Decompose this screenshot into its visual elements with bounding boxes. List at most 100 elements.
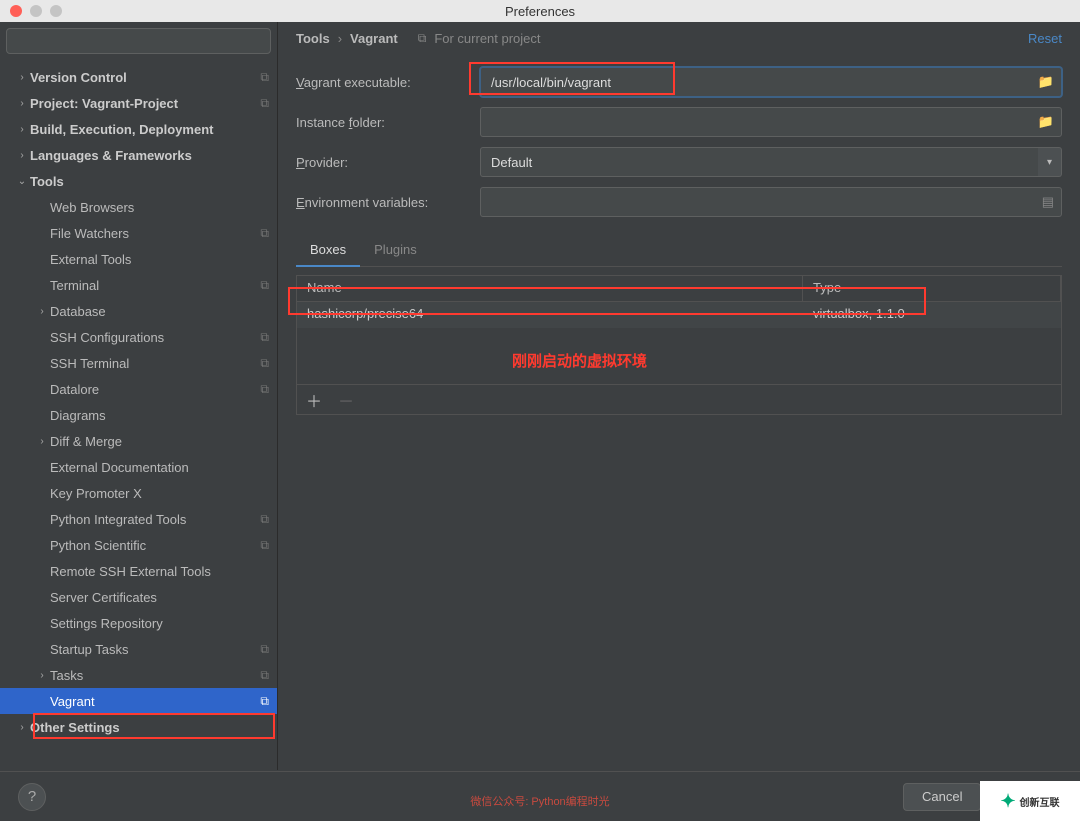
sidebar-item[interactable]: Key Promoter X [0,480,277,506]
sidebar-item[interactable]: ›Database [0,298,277,324]
project-scope-icon: ⧉ [418,31,427,46]
project-scope-icon: ⧉ [260,382,269,397]
sidebar-item[interactable]: ›Project: Vagrant-Project⧉ [0,90,277,116]
cell-name: hashicorp/precise64 [297,302,803,328]
sidebar-item[interactable]: Vagrant⧉ [0,688,277,714]
project-scope-icon: ⧉ [260,642,269,657]
provider-dropdown-arrow[interactable]: ▾ [1038,147,1062,177]
sidebar-item[interactable]: Web Browsers [0,194,277,220]
sidebar-item-label: Vagrant [50,694,260,709]
sidebar-item-label: Python Integrated Tools [50,512,260,527]
search-input[interactable] [6,28,271,54]
sidebar-item[interactable]: File Watchers⧉ [0,220,277,246]
breadcrumb-leaf: Vagrant [350,31,398,46]
browse-folder-icon[interactable]: 📁 [1038,114,1054,130]
sidebar-item-label: SSH Configurations [50,330,260,345]
sidebar-item-label: Remote SSH External Tools [50,564,269,579]
vagrant-executable-input[interactable] [480,67,1062,97]
column-header-type[interactable]: Type [803,276,1061,301]
project-scope-icon: ⧉ [260,330,269,345]
sidebar-item-label: Languages & Frameworks [30,148,269,163]
env-variables-input[interactable] [480,187,1062,217]
sidebar-item[interactable]: Startup Tasks⧉ [0,636,277,662]
remove-button[interactable]: － [337,388,355,412]
tab-plugins[interactable]: Plugins [360,234,431,266]
sidebar-item[interactable]: SSH Terminal⧉ [0,350,277,376]
sidebar-item[interactable]: ›Tasks⧉ [0,662,277,688]
sidebar-item[interactable]: Terminal⧉ [0,272,277,298]
env-variables-label: Environment variables: [296,195,480,210]
breadcrumb: Tools › Vagrant ⧉ For current project Re… [278,22,1080,54]
tree-arrow-icon: › [14,124,30,135]
sidebar-item[interactable]: ›Version Control⧉ [0,64,277,90]
table-row[interactable]: hashicorp/precise64virtualbox, 1.1.0 [297,302,1061,328]
project-scope-icon: ⧉ [260,512,269,527]
breadcrumb-root[interactable]: Tools [296,31,330,46]
sidebar-item-label: File Watchers [50,226,260,241]
annotation-text: 刚刚启动的虚拟环境 [512,350,647,371]
sidebar-item-label: Diagrams [50,408,269,423]
sidebar-item[interactable]: Settings Repository [0,610,277,636]
sidebar-item[interactable]: SSH Configurations⧉ [0,324,277,350]
boxes-table: Name Type hashicorp/precise64virtualbox,… [296,275,1062,385]
cell-type: virtualbox, 1.1.0 [803,302,1061,328]
project-scope-icon: ⧉ [260,226,269,241]
list-edit-icon[interactable]: ▤ [1042,194,1054,210]
provider-label: Provider: [296,155,480,170]
help-button[interactable]: ? [18,783,46,811]
add-button[interactable]: ＋ [305,388,323,412]
sidebar-item-label: Tools [30,174,269,189]
sidebar-item[interactable]: Python Integrated Tools⧉ [0,506,277,532]
sidebar-item-label: Key Promoter X [50,486,269,501]
sidebar-item[interactable]: External Documentation [0,454,277,480]
project-scope-label: For current project [434,31,540,46]
sidebar-item[interactable]: Server Certificates [0,584,277,610]
sidebar-item[interactable]: Datalore⧉ [0,376,277,402]
sidebar-item[interactable]: ›Other Settings [0,714,277,740]
instance-folder-label: Instance folder: [296,115,480,130]
project-scope-icon: ⧉ [260,694,269,709]
sidebar-item-label: Database [50,304,269,319]
sidebar-item-label: Project: Vagrant-Project [30,96,260,111]
sidebar-item[interactable]: External Tools [0,246,277,272]
sidebar-item-label: Version Control [30,70,260,85]
sidebar-item-label: Settings Repository [50,616,269,631]
sidebar-item-label: Datalore [50,382,260,397]
project-scope-icon: ⧉ [260,96,269,111]
sidebar-item[interactable]: ⌄Tools [0,168,277,194]
tree-arrow-icon: › [14,98,30,109]
sidebar-item[interactable]: Remote SSH External Tools [0,558,277,584]
window-controls [0,5,62,17]
sidebar-item[interactable]: Diagrams [0,402,277,428]
tree-arrow-icon: › [34,670,50,681]
browse-folder-icon[interactable]: 📁 [1038,74,1054,90]
tree-arrow-icon: › [34,306,50,317]
cancel-button[interactable]: Cancel [903,783,981,811]
reset-link[interactable]: Reset [1028,31,1062,46]
tree-arrow-icon: ⌄ [14,176,30,187]
main-panel: Tools › Vagrant ⧉ For current project Re… [278,22,1080,770]
sidebar-item-label: External Documentation [50,460,269,475]
sidebar-item[interactable]: ›Diff & Merge [0,428,277,454]
sidebar-item[interactable]: Python Scientific⧉ [0,532,277,558]
close-window-button[interactable] [10,5,22,17]
sidebar-item-label: Python Scientific [50,538,260,553]
sidebar: 🔍 ›Version Control⧉›Project: Vagrant-Pro… [0,22,278,770]
zoom-window-button[interactable] [50,5,62,17]
sidebar-item-label: Diff & Merge [50,434,269,449]
project-scope-icon: ⧉ [260,668,269,683]
tab-boxes[interactable]: Boxes [296,234,360,267]
sidebar-item-label: Server Certificates [50,590,269,605]
sidebar-item[interactable]: ›Languages & Frameworks [0,142,277,168]
tabs: Boxes Plugins [296,234,1062,267]
column-header-name[interactable]: Name [297,276,803,301]
sidebar-item-label: Terminal [50,278,260,293]
watermark-logo: ✦ 创新互联 [980,781,1080,821]
minimize-window-button[interactable] [30,5,42,17]
sidebar-item[interactable]: ›Build, Execution, Deployment [0,116,277,142]
provider-select[interactable] [480,147,1039,177]
instance-folder-input[interactable] [480,107,1062,137]
project-scope-icon: ⧉ [260,278,269,293]
breadcrumb-separator: › [338,31,342,46]
sidebar-item-label: Web Browsers [50,200,269,215]
